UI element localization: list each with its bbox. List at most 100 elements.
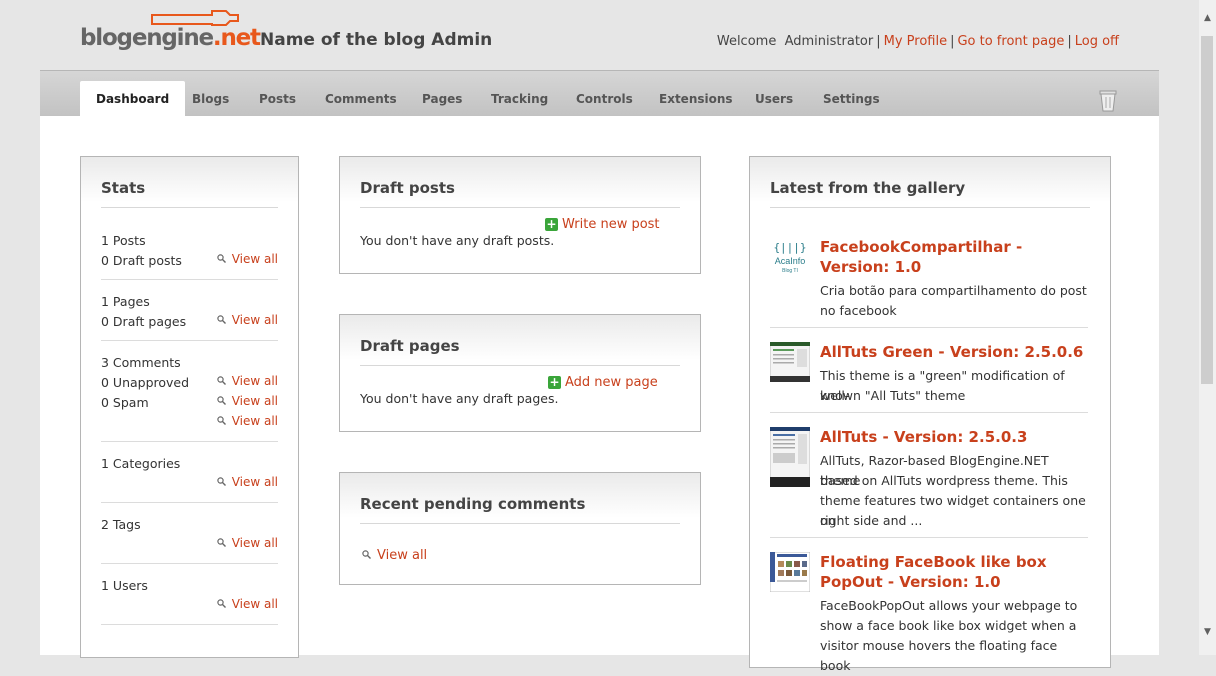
divider <box>360 523 680 524</box>
scroll-up-arrow-icon[interactable]: ▲ <box>1199 10 1216 27</box>
gallery-panel: Latest from the gallery {|||} AcaInfo Bl… <box>749 156 1111 673</box>
stat-spam: 0 Spam <box>101 395 149 410</box>
divider <box>360 207 680 208</box>
gallery-thumbnail[interactable]: {|||} AcaInfo Blog TI <box>770 237 810 277</box>
view-all-link[interactable]: View all <box>216 374 278 388</box>
stat-unapproved: 0 Unapproved <box>101 375 190 390</box>
gallery-item-title[interactable]: FacebookCompartilhar - Version: 1.0 <box>820 237 1090 277</box>
blog-title: Name of the blog Admin <box>260 30 493 50</box>
stat-comments: 3 Comments <box>101 355 181 370</box>
add-new-page-link[interactable]: + Add new page <box>548 375 658 390</box>
magnifier-icon <box>216 536 226 547</box>
tab-users[interactable]: Users <box>755 81 793 116</box>
stat-tags: 2 Tags <box>101 517 141 532</box>
divider <box>770 537 1088 538</box>
log-off-link[interactable]: Log off <box>1075 34 1119 49</box>
front-page-link[interactable]: Go to front page <box>957 34 1064 49</box>
stat-posts: 1 Posts <box>101 233 146 248</box>
view-all-link[interactable]: View all <box>216 536 278 550</box>
logo[interactable]: blogengine.net <box>80 10 261 52</box>
stats-title: Stats <box>101 179 146 197</box>
tab-extensions[interactable]: Extensions <box>659 81 733 116</box>
stat-draft-pages: 0 Draft pages <box>101 314 187 329</box>
scroll-down-arrow-icon[interactable]: ▼ <box>1199 624 1216 641</box>
view-all-link[interactable]: View all <box>216 313 278 327</box>
gallery-thumbnail[interactable] <box>769 341 811 383</box>
divider <box>101 441 278 442</box>
divider <box>101 624 278 625</box>
divider <box>770 327 1088 328</box>
stat-draft-posts: 0 Draft posts <box>101 253 182 268</box>
magnifier-icon <box>216 374 226 385</box>
draft-pages-title: Draft pages <box>360 337 460 355</box>
tab-comments[interactable]: Comments <box>325 81 397 116</box>
view-all-link[interactable]: View all <box>216 475 278 489</box>
divider <box>360 365 680 366</box>
magnifier-icon <box>216 597 226 608</box>
divider <box>770 412 1088 413</box>
svg-text:Blog TI: Blog TI <box>782 268 798 274</box>
divider <box>101 563 278 564</box>
magnifier-icon <box>216 475 226 486</box>
magnifier-icon <box>216 414 226 425</box>
view-all-link[interactable]: View all <box>216 414 278 428</box>
welcome-text: Welcome <box>716 34 777 49</box>
magnifier-icon <box>216 252 226 263</box>
magnifier-icon <box>216 394 226 405</box>
tab-posts[interactable]: Posts <box>259 81 296 116</box>
tab-tracking[interactable]: Tracking <box>491 81 548 116</box>
svg-text:AcaInfo: AcaInfo <box>775 256 806 266</box>
gallery-item-desc: known "All Tuts" theme <box>820 388 966 403</box>
gallery-thumbnail[interactable] <box>769 551 811 593</box>
tab-dashboard[interactable]: Dashboard <box>80 81 186 116</box>
view-all-link[interactable]: View all <box>362 548 427 563</box>
gallery-item-desc: Cria botão para compartilhamento do post <box>820 283 1087 298</box>
divider <box>101 279 278 280</box>
stat-categories: 1 Categories <box>101 456 181 471</box>
main-nav: Dashboard Blogs Posts Comments Pages Tra… <box>40 70 1159 117</box>
wrench-logo-icon <box>151 10 239 26</box>
gallery-item-title[interactable]: AllTuts - Version: 2.5.0.3 <box>820 427 1090 447</box>
divider <box>101 340 278 341</box>
gallery-item-desc: visitor mouse hovers the floating face b… <box>820 638 1058 673</box>
tab-blogs[interactable]: Blogs <box>192 81 229 116</box>
plus-icon: + <box>545 217 558 231</box>
gallery-item-desc: show a face book like box widget when a <box>820 618 1077 633</box>
gallery-item-desc: based on AllTuts wordpress theme. This <box>820 473 1068 488</box>
write-new-post-link[interactable]: + Write new post <box>545 217 660 232</box>
draft-posts-message: You don't have any draft posts. <box>360 233 555 248</box>
pending-comments-panel: Recent pending comments View all <box>339 472 701 585</box>
vertical-scrollbar[interactable]: ▲ ▼ <box>1199 0 1216 655</box>
pending-comments-title: Recent pending comments <box>360 495 586 513</box>
draft-posts-title: Draft posts <box>360 179 455 197</box>
plus-icon: + <box>548 375 561 389</box>
user-bar: Welcome Administrator | My Profile | Go to f… <box>716 34 1119 49</box>
content-area: Stats 1 Posts 0 Draft posts View all 1 P… <box>40 116 1159 673</box>
divider <box>770 207 1090 208</box>
gallery-item-desc: right side and ... <box>820 513 923 528</box>
divider <box>101 502 278 503</box>
gallery-item-desc: FaceBookPopOut allows your webpage to <box>820 598 1078 613</box>
gallery-item-title[interactable]: Floating FaceBook like box PopOut - Vers… <box>820 552 1090 592</box>
gallery-title: Latest from the gallery <box>770 179 966 197</box>
magnifier-icon <box>362 548 371 559</box>
view-all-link[interactable]: View all <box>216 597 278 611</box>
draft-pages-message: You don't have any draft pages. <box>360 391 559 406</box>
trash-icon[interactable] <box>1097 87 1119 113</box>
tab-settings[interactable]: Settings <box>823 81 880 116</box>
view-all-link[interactable]: View all <box>216 394 278 408</box>
tab-controls[interactable]: Controls <box>576 81 633 116</box>
gallery-item-title[interactable]: AllTuts Green - Version: 2.5.0.6 <box>820 342 1090 362</box>
svg-text:{|||}: {|||} <box>773 241 806 254</box>
tab-pages[interactable]: Pages <box>422 81 462 116</box>
draft-pages-panel: Draft pages + Add new page You don't have… <box>339 314 701 432</box>
scrollbar-thumb[interactable] <box>1201 36 1213 384</box>
stat-users: 1 Users <box>101 578 148 593</box>
view-all-link[interactable]: View all <box>216 252 278 266</box>
gallery-thumbnail[interactable] <box>769 426 811 488</box>
draft-posts-panel: Draft posts + Write new post You don't ha… <box>339 156 701 274</box>
user-name: Administrator <box>784 34 874 49</box>
gallery-item-desc: no facebook <box>820 303 897 318</box>
my-profile-link[interactable]: My Profile <box>884 34 947 49</box>
divider <box>101 207 278 208</box>
